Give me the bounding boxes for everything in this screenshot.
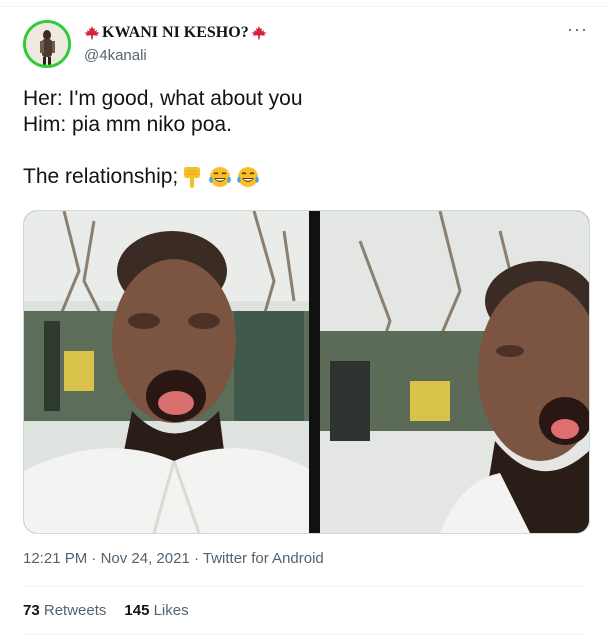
- tweet-text: Her: I'm good, what about you Him: pia m…: [23, 86, 583, 190]
- likes-stat[interactable]: 145 Likes: [124, 602, 188, 619]
- pointing-down-icon: [184, 167, 201, 189]
- tweet-line-3-row: The relationship;: [23, 164, 583, 190]
- avatar[interactable]: [23, 20, 71, 68]
- meta-separator: ·: [91, 550, 97, 567]
- retweets-label: Retweets: [43, 602, 107, 619]
- likes-label: Likes: [153, 602, 189, 619]
- display-name-row[interactable]: KWANI NI KESHO?: [84, 24, 267, 42]
- tweet-source[interactable]: Twitter for Android: [203, 550, 324, 567]
- user-handle[interactable]: @4kanali: [84, 47, 147, 64]
- tweet-media[interactable]: [23, 210, 590, 534]
- left-face-image: [24, 211, 309, 533]
- tweet-line-1: Her: I'm good, what about you: [23, 87, 303, 110]
- tweet-line-3: The relationship;: [23, 165, 179, 188]
- media-panel-left: [24, 211, 312, 533]
- more-options-button[interactable]: ···: [567, 20, 588, 38]
- likes-count: 145: [124, 602, 150, 619]
- tears-of-joy-icon: [237, 167, 260, 188]
- avatar-image: [26, 23, 68, 65]
- divider: [23, 586, 585, 587]
- tweet-time[interactable]: 12:21 PM: [23, 550, 87, 567]
- maple-leaf-icon: [84, 26, 100, 40]
- tweet-stats: 73 Retweets 145 Likes: [23, 602, 189, 619]
- tears-of-joy-icon: [209, 167, 232, 188]
- meta-separator: ·: [193, 550, 199, 567]
- retweets-count: 73: [23, 602, 40, 619]
- media-panel-right: [320, 211, 589, 533]
- tweet-meta: 12:21 PM · Nov 24, 2021 · Twitter for An…: [23, 550, 324, 567]
- tweet-line-2: Him: pia mm niko poa.: [23, 113, 232, 136]
- divider: [23, 634, 585, 635]
- maple-leaf-icon: [251, 26, 267, 40]
- display-name: KWANI NI KESHO?: [102, 24, 249, 41]
- retweets-stat[interactable]: 73 Retweets: [23, 602, 106, 619]
- right-face-image: [320, 211, 589, 533]
- tweet-date[interactable]: Nov 24, 2021: [101, 550, 190, 567]
